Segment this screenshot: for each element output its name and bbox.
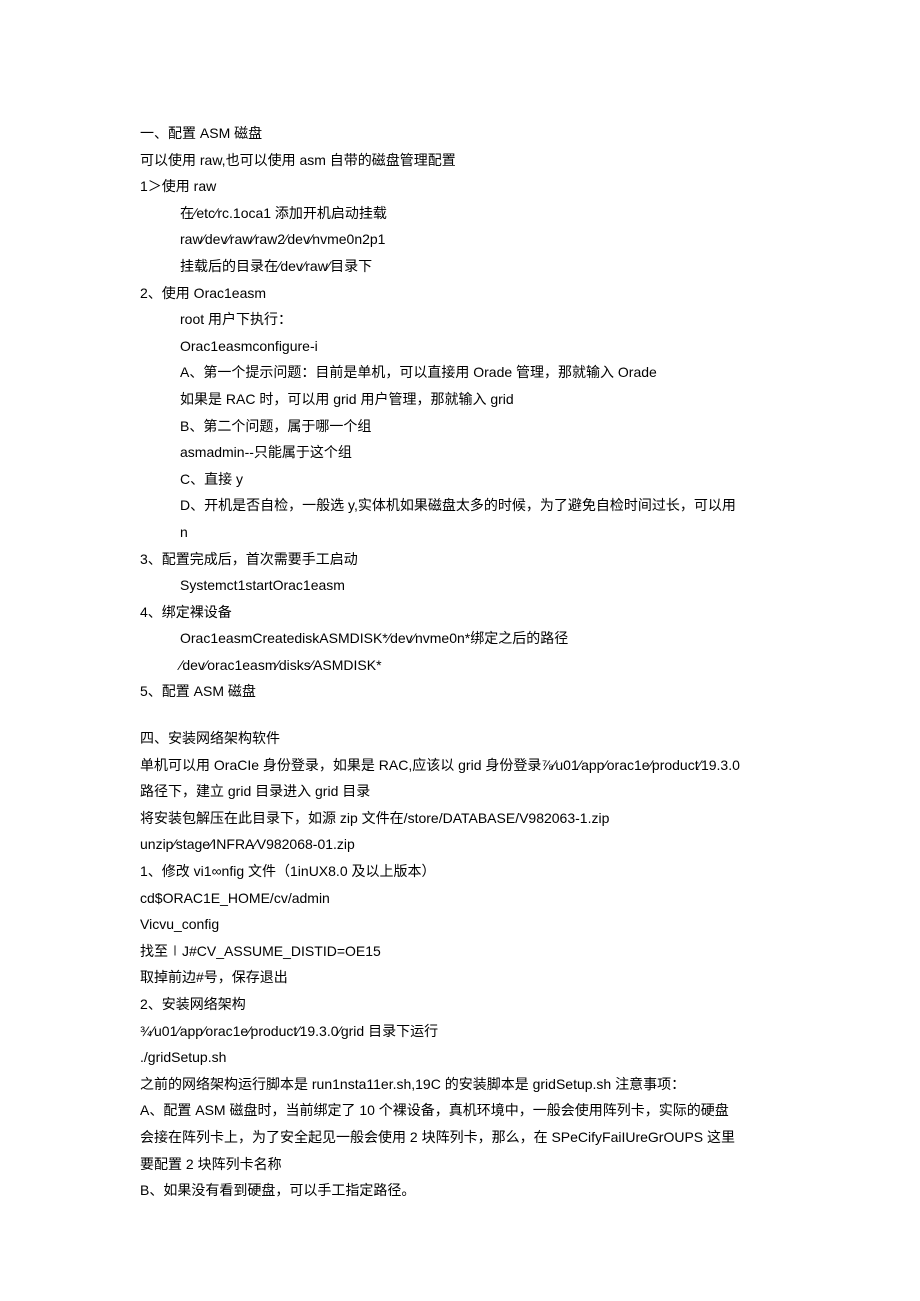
section4-step1-title: 1、修改 vi1∞nfig 文件（1inUX8.0 及以上版本） — [140, 858, 780, 885]
section4-step1-line3: 找至∣J#CV_ASSUME_DISTID=OE15 — [140, 938, 780, 965]
step3-title: 3、配置完成后，首次需要手工启动 — [140, 546, 780, 573]
section4-line3: 将安装包解压在此目录下，如源 zip 文件在/store/DATABASE/V9… — [140, 805, 780, 832]
section1-intro: 可以使用 raw,也可以使用 asm 自带的磁盘管理配置 — [140, 147, 780, 174]
section4-step1-line2: Vicvu_config — [140, 911, 780, 938]
step4-line1: Orac1easmCreatediskASMDISK*∕dev∕nvme0n*绑… — [140, 625, 780, 652]
step1-line3: 挂载后的目录在∕dev∕raw∕目录下 — [140, 253, 780, 280]
section4-step2-line3: 之前的网络架构运行脚本是 run1nsta11er.sh,19C 的安装脚本是 … — [140, 1071, 780, 1098]
section4-line2: 路径下，建立 grid 目录进入 grid 目录 — [140, 778, 780, 805]
section4-step1-line1: cd$ORAC1E_HOME/cv/admin — [140, 885, 780, 912]
section4-step2-line1: ¾∕u01∕app∕orac1e∕product∕19.3.0∕grid 目录下… — [140, 1018, 780, 1045]
step2-line3: A、第一个提示问题：目前是单机，可以直接用 Orade 管理，那就输入 Orad… — [140, 359, 780, 386]
section4-step1-line4: 取掉前边#号，保存退出 — [140, 964, 780, 991]
section1-title: 一、配置 ASM 磁盘 — [140, 120, 780, 147]
step2-line6: asmadmin--只能属于这个组 — [140, 439, 780, 466]
step2-line9: n — [140, 519, 780, 546]
step3-line1: Systemct1startOrac1easm — [140, 572, 780, 599]
step2-line8: D、开机是否自检，一般选 y,实体机如果磁盘太多的时候，为了避免自检时间过长，可… — [140, 492, 780, 519]
section4-line4: unzip∕stage∕INFRA∕V982068-01.zip — [140, 831, 780, 858]
step2-line4: 如果是 RAC 时，可以用 grid 用户管理，那就输入 grid — [140, 386, 780, 413]
step2-line1: root 用户下执行： — [140, 306, 780, 333]
section4-step2-line5: 会接在阵列卡上，为了安全起见一般会使用 2 块阵列卡，那么，在 SPeCifyF… — [140, 1124, 780, 1151]
step1-title: 1＞使用 raw — [140, 173, 780, 200]
section-spacer — [140, 705, 780, 725]
section4-step2-line7: B、如果没有看到硬盘，可以手工指定路径。 — [140, 1177, 780, 1204]
step2-line7: C、直接 y — [140, 466, 780, 493]
section4-title: 四、安装网络架构软件 — [140, 725, 780, 752]
step2-title: 2、使用 Orac1easm — [140, 280, 780, 307]
step4-title: 4、绑定裸设备 — [140, 599, 780, 626]
section4-step2-line4: A、配置 ASM 磁盘时，当前绑定了 10 个裸设备，真机环境中，一般会使用阵列… — [140, 1097, 780, 1124]
section4-line1: 单机可以用 OraCIe 身份登录，如果是 RAC,应该以 grid 身份登录⅞… — [140, 752, 780, 779]
section4-step2-title: 2、安装网络架构 — [140, 991, 780, 1018]
step2-line5: B、第二个问题，属于哪一个组 — [140, 413, 780, 440]
section4-step2-line2: ./gridSetup.sh — [140, 1044, 780, 1071]
section4-step2-line6: 要配置 2 块阵列卡名称 — [140, 1151, 780, 1178]
step5-title: 5、配置 ASM 磁盘 — [140, 678, 780, 705]
step4-line2: ∕dev∕orac1easm∕disks∕ASMDISK* — [140, 652, 780, 679]
step1-line2: raw∕dev∕raw∕raw2∕dev∕nvme0n2p1 — [140, 226, 780, 253]
step1-line1: 在∕etc∕rc.1oca1 添加开机启动挂载 — [140, 200, 780, 227]
step2-line2: Orac1easmconfigure-i — [140, 333, 780, 360]
